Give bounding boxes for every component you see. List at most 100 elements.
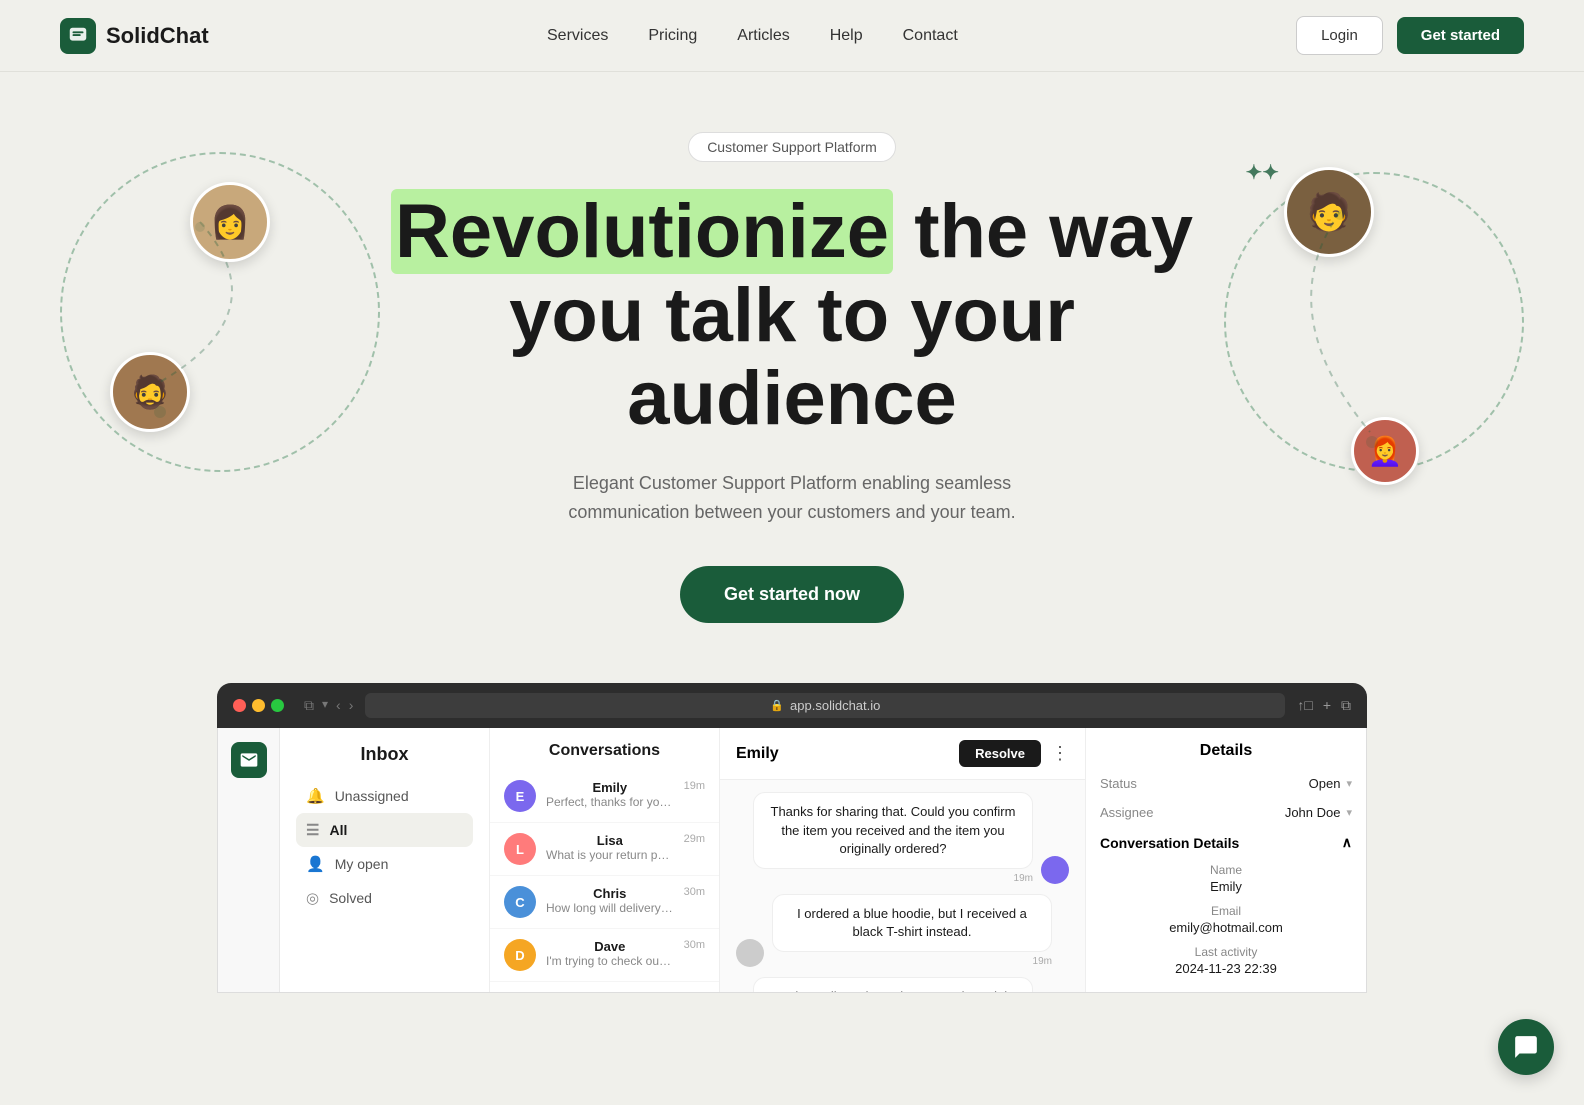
nav-links: Services Pricing Articles Help Contact — [547, 27, 958, 45]
conv-time-anthony: 34m — [684, 992, 705, 993]
conv-name-lisa: Lisa — [546, 833, 674, 848]
conv-details-header[interactable]: Conversation Details ∧ — [1100, 834, 1352, 851]
more-options-button[interactable]: ⋮ — [1051, 743, 1069, 764]
msg-text-1: Thanks for sharing that. Could you confi… — [753, 792, 1033, 869]
conv-name-dave: Dave — [546, 939, 674, 954]
nav-pricing[interactable]: Pricing — [648, 27, 697, 45]
browser-new-tab-icon[interactable]: + — [1323, 697, 1331, 714]
message-bubble-1: Thanks for sharing that. Could you confi… — [753, 792, 1033, 884]
assignee-select[interactable]: John Doe ▾ — [1285, 805, 1352, 820]
browser-forward-icon[interactable]: › — [349, 697, 354, 714]
chat-header: Emily Resolve ⋮ — [720, 728, 1085, 780]
conv-content-emily: Emily Perfect, thanks for your help! — [546, 780, 674, 809]
address-bar[interactable]: 🔒 app.solidchat.io — [365, 693, 1285, 718]
msg-avatar-2 — [736, 939, 764, 967]
logo[interactable]: SolidChat — [60, 18, 209, 54]
chat-contact-name: Emily — [736, 745, 779, 763]
conv-item-emily[interactable]: E Emily Perfect, thanks for your help! 1… — [490, 770, 719, 823]
status-value: Open — [1309, 776, 1341, 791]
nav-contact[interactable]: Contact — [903, 27, 958, 45]
traffic-light-green[interactable] — [271, 699, 284, 712]
conv-item-anthony[interactable]: A Anthony ... 34m — [490, 982, 719, 993]
logo-svg — [67, 25, 89, 47]
inbox-all-label: All — [329, 822, 347, 838]
avatar-float-1: 👩 — [190, 182, 270, 262]
avatar-float-3: 🧑 — [1284, 167, 1374, 257]
lock-icon: 🔒 — [770, 699, 784, 712]
hero-subtitle: Elegant Customer Support Platform enabli… — [512, 469, 1072, 527]
conv-preview-dave: I'm trying to check out, but m... — [546, 954, 674, 968]
conv-time-lisa: 29m — [684, 833, 705, 845]
sparkle-deco: ✦✦ — [1245, 160, 1279, 185]
name-label: Name — [1100, 863, 1352, 877]
browser-back-icon[interactable]: ‹ — [336, 697, 341, 714]
last-activity-value: 2024-11-23 22:39 — [1100, 961, 1352, 976]
traffic-light-red[interactable] — [233, 699, 246, 712]
chat-messages: Thanks for sharing that. Could you confi… — [720, 780, 1085, 992]
conv-item-lisa[interactable]: L Lisa What is your return policy for...… — [490, 823, 719, 876]
chat-fab-icon — [1513, 1034, 1539, 1060]
browser-window-icon: ⧉ — [304, 697, 314, 714]
inbox-item-myopen[interactable]: 👤 My open — [296, 847, 473, 881]
myopen-icon: 👤 — [306, 855, 325, 873]
logo-text: SolidChat — [106, 23, 209, 49]
conv-avatar-dave: D — [504, 939, 536, 971]
inbox-item-solved[interactable]: ◎ Solved — [296, 881, 473, 915]
conv-avatar-lisa: L — [504, 833, 536, 865]
nav-help[interactable]: Help — [830, 27, 863, 45]
conv-content-anthony: Anthony ... — [546, 992, 674, 993]
conv-avatar-emily: E — [504, 780, 536, 812]
resolve-button[interactable]: Resolve — [959, 740, 1041, 767]
browser-tab-icon[interactable]: ⧉ — [1341, 697, 1351, 714]
conv-details-title: Conversation Details — [1100, 835, 1239, 851]
status-select[interactable]: Open ▾ — [1309, 776, 1352, 791]
assignee-row: Assignee John Doe ▾ — [1100, 805, 1352, 820]
conv-content-chris: Chris How long will delivery take to... — [546, 886, 674, 915]
status-label: Status — [1100, 776, 1137, 791]
inbox-unassigned-label: Unassigned — [335, 788, 409, 804]
conv-item-chris[interactable]: C Chris How long will delivery take to..… — [490, 876, 719, 929]
details-panel: Details Status Open ▾ Assignee John Doe … — [1086, 728, 1366, 992]
hero-title-highlight: Revolutionize — [391, 189, 893, 274]
inbox-item-all[interactable]: ☰ All — [296, 813, 473, 847]
app-screenshot: ⧉ ▾ ‹ › 🔒 app.solidchat.io ↑□ + ⧉ — [217, 683, 1367, 993]
hero-title-line2: you talk to your — [509, 273, 1075, 358]
assignee-value: John Doe — [1285, 805, 1341, 820]
chat-panel: Emily Resolve ⋮ Thanks for sharing that.… — [720, 728, 1086, 992]
browser-share-icon[interactable]: ↑□ — [1297, 697, 1312, 714]
inbox-item-unassigned[interactable]: 🔔 Unassigned — [296, 779, 473, 813]
sidebar-inbox-icon[interactable] — [231, 742, 267, 778]
detail-email-row: Email emily@hotmail.com — [1100, 904, 1352, 935]
conversation-details-section: Conversation Details ∧ Name Emily Email … — [1100, 834, 1352, 976]
hero-section: 👩 🧔 🧑 👩‍🦰 ✦✦ Customer Support Platform R… — [0, 72, 1584, 993]
hero-title-rest1: the way — [893, 189, 1193, 274]
inbox-title: Inbox — [296, 744, 473, 765]
conv-item-dave[interactable]: D Dave I'm trying to check out, but m...… — [490, 929, 719, 982]
unassigned-icon: 🔔 — [306, 787, 325, 805]
hero-title: Revolutionize the way you talk to your a… — [382, 190, 1202, 441]
msg-text-3: Got it. We'll send you the correct item … — [753, 977, 1033, 992]
email-value: emily@hotmail.com — [1100, 920, 1352, 935]
conv-content-dave: Dave I'm trying to check out, but m... — [546, 939, 674, 968]
browser-nav-icons: ⧉ ▾ ‹ › — [304, 697, 353, 714]
avatar-float-2: 🧔 — [110, 352, 190, 432]
browser-chevron-down-icon: ▾ — [322, 697, 328, 714]
inbox-solved-label: Solved — [329, 890, 372, 906]
name-value: Emily — [1100, 879, 1352, 894]
app-ui: Inbox 🔔 Unassigned ☰ All 👤 My open ◎ Sol… — [217, 728, 1367, 993]
conv-preview-lisa: What is your return policy for... — [546, 848, 674, 862]
nav-services[interactable]: Services — [547, 27, 608, 45]
chat-fab-button[interactable] — [1498, 1019, 1554, 1075]
app-sidebar — [218, 728, 280, 992]
inbox-panel: Inbox 🔔 Unassigned ☰ All 👤 My open ◎ Sol… — [280, 728, 490, 992]
traffic-light-yellow[interactable] — [252, 699, 265, 712]
message-row-2: I ordered a blue hoodie, but I received … — [736, 894, 1069, 967]
nav-articles[interactable]: Articles — [737, 27, 789, 45]
conv-avatar-chris: C — [504, 886, 536, 918]
login-button[interactable]: Login — [1296, 16, 1383, 55]
avatar-float-4: 👩‍🦰 — [1351, 417, 1419, 485]
all-icon: ☰ — [306, 821, 319, 839]
get-started-nav-button[interactable]: Get started — [1397, 17, 1524, 54]
get-started-hero-button[interactable]: Get started now — [680, 566, 904, 623]
assignee-chevron-icon: ▾ — [1346, 806, 1352, 819]
